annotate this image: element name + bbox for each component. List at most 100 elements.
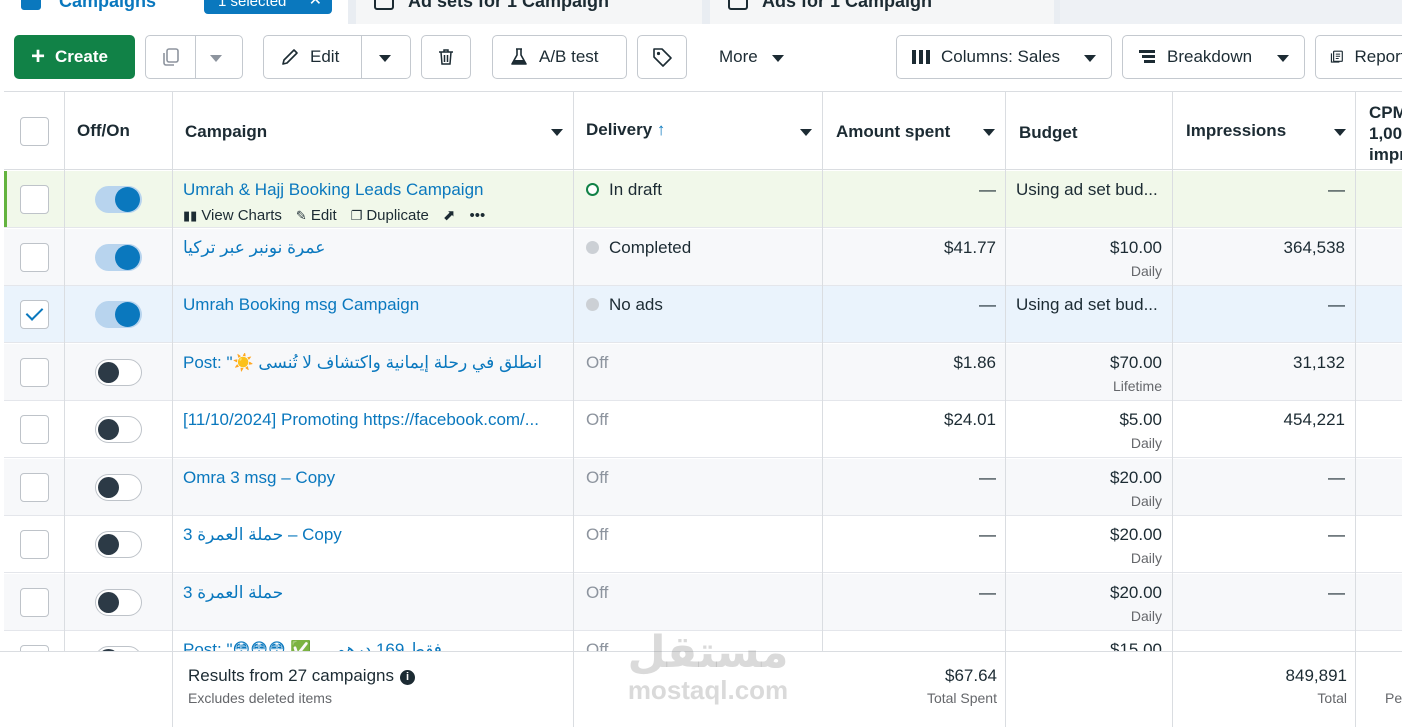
table-row[interactable]: [11/10/2024] Promoting https://facebook.… xyxy=(4,401,1402,458)
clear-selection-icon[interactable]: ✕ xyxy=(309,0,322,9)
open-external-icon[interactable]: ⬈ xyxy=(443,206,456,224)
delivery-status: No ads xyxy=(586,295,663,315)
total-impressions-label: Total xyxy=(1317,690,1347,706)
duplicate-button[interactable] xyxy=(145,35,243,79)
campaign-name-link[interactable]: عمرة نونبر عبر تركيا xyxy=(183,238,563,258)
campaign-name-link[interactable]: Umrah Booking msg Campaign xyxy=(183,295,563,315)
chevron-down-icon xyxy=(1277,55,1289,62)
chevron-down-icon[interactable] xyxy=(551,129,563,136)
header-off-on: Off/On xyxy=(77,121,130,140)
impressions-value: — xyxy=(1328,180,1345,199)
row-checkbox[interactable] xyxy=(20,242,49,272)
status-dot-icon xyxy=(586,183,599,196)
row-checkbox[interactable] xyxy=(20,300,49,329)
row-checkbox[interactable] xyxy=(20,185,49,214)
duplicate-action[interactable]: ❐ Duplicate xyxy=(351,207,429,224)
table-row[interactable]: عمرة نونبر عبر تركيا Completed $41.77 $10.0… xyxy=(4,228,1402,286)
columns-button[interactable]: Columns: Sales xyxy=(896,35,1112,79)
row-checkbox[interactable] xyxy=(20,415,49,444)
tag-button[interactable] xyxy=(637,35,687,79)
campaign-toggle[interactable] xyxy=(95,243,142,271)
header-impressions[interactable]: Impressions xyxy=(1186,92,1356,171)
campaign-name-link[interactable]: حملة العمرة 3 xyxy=(183,583,563,603)
campaign-name-link[interactable]: Umrah & Hajj Booking Leads Campaign xyxy=(183,180,563,200)
toolbar: + Create Edit A/B test More Columns: Sal… xyxy=(0,24,1402,91)
header-cpm[interactable]: CPM 1,000 impr xyxy=(1369,92,1402,171)
impressions-value: 31,132 xyxy=(1293,352,1345,372)
tab-campaigns[interactable]: Campaigns 1 selected ✕ xyxy=(0,0,348,24)
budget-type: Daily xyxy=(1130,607,1162,624)
chevron-down-icon[interactable] xyxy=(1334,129,1346,136)
amount-spent: $41.77 xyxy=(944,237,996,257)
budget-value: $15.00 xyxy=(1110,640,1162,651)
budget-type: Daily xyxy=(1130,492,1162,509)
table-row[interactable]: Umrah & Hajj Booking Leads Campaign ▮▮ Vi… xyxy=(4,171,1402,228)
table-row[interactable]: Omra 3 msg – Copy Off — $20.00 Daily — xyxy=(4,458,1402,516)
sort-ascending-icon: ↑ xyxy=(656,120,666,139)
edit-button[interactable]: Edit xyxy=(263,35,411,79)
breakdown-button[interactable]: Breakdown xyxy=(1122,35,1305,79)
impressions-value: — xyxy=(1328,467,1345,487)
budget-type: Daily xyxy=(1130,262,1162,279)
table-row[interactable]: Post: "☀️ انطلق في رحلة إيمانية واكتشاف … xyxy=(4,343,1402,401)
edit-action[interactable]: ✎ Edit xyxy=(296,207,337,224)
tab-ad-sets[interactable]: Ad sets for 1 Campaign xyxy=(356,0,702,24)
campaign-toggle[interactable] xyxy=(95,531,142,558)
row-checkbox[interactable] xyxy=(20,530,49,559)
impressions-value: — xyxy=(1328,525,1345,544)
budget-type: Daily xyxy=(1130,435,1162,451)
pencil-icon: ✎ xyxy=(295,207,307,223)
flask-icon xyxy=(511,48,527,65)
row-checkbox[interactable] xyxy=(20,587,49,617)
delivery-status: Off xyxy=(586,467,609,487)
campaign-toggle[interactable] xyxy=(95,416,142,443)
view-charts-action[interactable]: ▮▮ View Charts xyxy=(183,207,282,224)
header-amount-spent[interactable]: Amount spent xyxy=(836,92,1006,171)
campaign-name-link[interactable]: حملة العمرة 3 – Copy xyxy=(183,525,563,545)
total-impressions-value: 849,891 xyxy=(1285,666,1347,685)
chevron-down-icon[interactable] xyxy=(210,55,222,62)
row-checkbox[interactable] xyxy=(20,357,49,387)
campaign-toggle[interactable] xyxy=(95,186,142,213)
chevron-down-icon[interactable] xyxy=(800,129,812,136)
campaign-toggle[interactable] xyxy=(95,358,142,386)
more-options-icon[interactable]: ••• xyxy=(469,207,485,224)
results-summary: Results from 27 campaigns i xyxy=(188,666,415,686)
campaign-toggle[interactable] xyxy=(95,473,142,501)
budget-value: $10.00 xyxy=(1110,237,1162,257)
select-all-checkbox[interactable] xyxy=(20,117,49,146)
header-budget[interactable]: Budget xyxy=(1019,92,1169,171)
table-row[interactable]: حملة العمرة 3 – Copy Off — $20.00 Daily — xyxy=(4,516,1402,573)
campaign-name-link[interactable]: Post: "☀️ انطلق في رحلة إيمانية واكتشاف … xyxy=(183,353,563,373)
more-button[interactable]: More xyxy=(704,35,800,79)
edit-label: Edit xyxy=(310,47,340,66)
selected-pill[interactable]: 1 selected ✕ xyxy=(204,0,332,14)
chevron-down-icon[interactable] xyxy=(983,129,995,136)
campaign-name-link[interactable]: Omra 3 msg – Copy xyxy=(183,468,563,488)
excludes-note: Excludes deleted items xyxy=(188,690,332,706)
table-row[interactable]: حملة العمرة 3 Off — $20.00 Daily — xyxy=(4,573,1402,631)
delivery-status: In draft xyxy=(586,180,662,200)
status-dot-icon xyxy=(586,240,599,254)
tab-ads[interactable]: Ads for 1 Campaign xyxy=(710,0,1054,24)
header-delivery[interactable]: Delivery ↑ xyxy=(586,92,822,171)
amount-spent: — xyxy=(979,582,996,602)
header-campaign[interactable]: Campaign xyxy=(185,92,568,171)
campaign-toggle[interactable] xyxy=(95,588,142,616)
campaign-toggle[interactable] xyxy=(95,301,142,328)
reports-button[interactable]: Reports xyxy=(1315,35,1402,79)
ab-test-button[interactable]: A/B test xyxy=(492,35,627,79)
impressions-value: — xyxy=(1328,295,1345,314)
breakdown-icon xyxy=(1139,50,1155,63)
table-row[interactable]: Umrah Booking msg Campaign No ads — Using a… xyxy=(4,286,1402,343)
info-icon[interactable]: i xyxy=(399,670,415,685)
create-button[interactable]: + Create xyxy=(14,35,135,79)
campaign-name-link[interactable]: Post: "😳😳😳 ✅ ... فقط 169 درهم xyxy=(183,640,563,651)
campaign-name-link[interactable]: [11/10/2024] Promoting https://facebook.… xyxy=(183,410,563,430)
row-checkbox[interactable] xyxy=(20,472,49,502)
chevron-down-icon[interactable] xyxy=(379,55,391,62)
duplicate-icon xyxy=(163,48,179,66)
tab-bar-filler xyxy=(1060,0,1402,24)
ad-set-icon xyxy=(374,0,394,10)
delete-button[interactable] xyxy=(421,35,471,79)
